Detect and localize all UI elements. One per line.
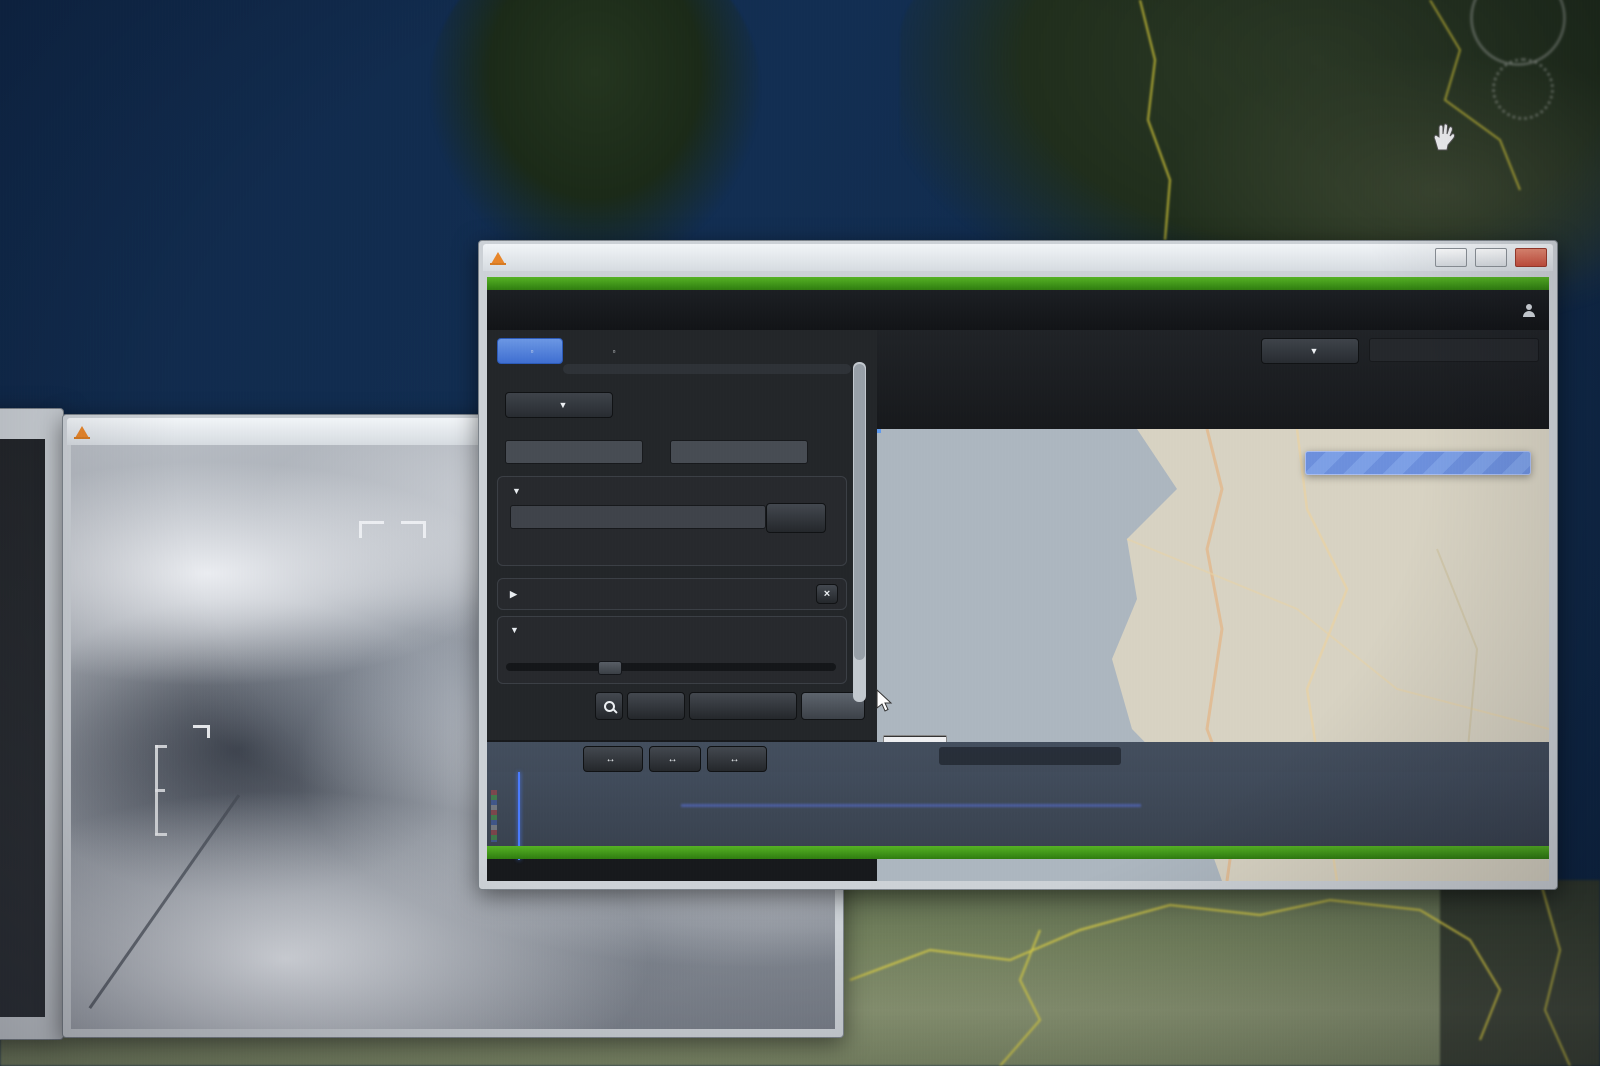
chevron-down-icon: ▼ — [1310, 346, 1319, 356]
timeline-zoom-button[interactable]: ↔ — [583, 746, 643, 772]
plugfest-titlebar[interactable] — [483, 244, 1553, 271]
data-types-section: ▼ — [497, 476, 847, 566]
hud-crosshair-corner — [401, 521, 426, 538]
background-window-sliver[interactable] — [0, 408, 64, 1040]
mouse-cursor — [875, 689, 895, 713]
chevron-down-icon: ▼ — [559, 400, 568, 410]
arrows-icon: ↔ — [730, 754, 740, 765]
sliver-content — [0, 439, 45, 1017]
es-reports-close-button[interactable]: × — [816, 584, 838, 604]
panel-scrollbar-thumb[interactable] — [854, 364, 865, 660]
hud-scale-tick — [155, 833, 167, 836]
app-tabbar — [487, 290, 1549, 330]
hud-scale-tick — [155, 745, 167, 748]
es-reports-header: ▶ — [510, 586, 517, 600]
panel-tab-metadata[interactable]: ▫ — [571, 339, 653, 363]
list-button[interactable] — [766, 503, 826, 533]
hud-bracket — [193, 725, 210, 738]
clear-and-search-button[interactable] — [689, 692, 797, 720]
es-reports-section[interactable]: ▶ × — [497, 578, 847, 610]
end-date-input[interactable] — [670, 440, 808, 464]
timeline-cursor-date — [939, 747, 1121, 765]
hud-scale-tick — [155, 789, 165, 792]
timeline-chart[interactable] — [487, 772, 1549, 848]
search-panel: ▫ ▫ ▼ ▼ — [487, 330, 878, 740]
search-options-header[interactable]: ▼ — [510, 622, 519, 636]
hand-cursor-icon — [1430, 122, 1456, 152]
timeline-toi-button[interactable]: ↔ — [649, 746, 701, 772]
vlc-icon — [491, 252, 505, 264]
max-results-slider-track[interactable] — [506, 663, 836, 671]
start-date-input[interactable] — [505, 440, 643, 464]
user-icon[interactable] — [1523, 304, 1535, 316]
scale-mi — [884, 736, 946, 737]
timeline-filter-button[interactable]: ↔ — [707, 746, 767, 772]
panel-scroll-top-decor — [563, 364, 851, 374]
panel-scrollbar[interactable] — [853, 362, 866, 702]
app-content: ▫ ▫ ▼ ▼ — [487, 277, 1549, 881]
screen: ▫ ▫ ▼ ▼ — [0, 0, 1600, 1066]
map-toolbar: ▼ — [877, 330, 1549, 429]
minimize-button[interactable] — [1435, 248, 1467, 267]
popout-icon: ▫ — [531, 347, 534, 356]
panel-search-icon-button[interactable] — [595, 692, 623, 720]
earth-zoom-ring[interactable] — [1492, 58, 1554, 120]
max-results-slider-handle[interactable] — [598, 661, 622, 675]
contrail-line — [89, 794, 241, 1009]
arrows-icon: ↔ — [606, 754, 616, 765]
reset-button[interactable] — [627, 692, 685, 720]
popout-icon: ▫ — [613, 347, 616, 356]
units-dropdown[interactable]: ▼ — [1261, 338, 1359, 364]
timeline-panel: ↔ ↔ ↔ — [487, 742, 1549, 859]
search-complete-toast[interactable] — [1305, 451, 1531, 475]
add-data-type-input[interactable] — [510, 505, 766, 529]
magnifier-icon — [604, 701, 615, 712]
panel-tab-search[interactable]: ▫ — [497, 338, 563, 364]
arrows-icon: ↔ — [668, 754, 678, 765]
data-types-header[interactable]: ▼ — [512, 483, 521, 497]
hud-crosshair-corner — [359, 521, 384, 538]
close-button[interactable] — [1515, 248, 1547, 267]
timeline-watermark — [491, 790, 497, 842]
plugfest-window[interactable]: ▫ ▫ ▼ ▼ — [478, 240, 1558, 890]
classification-banner-bottom — [487, 846, 1549, 859]
search-options-section: ▼ — [497, 616, 847, 684]
vlc-icon — [75, 426, 89, 438]
activity-baseline — [681, 804, 1141, 807]
classification-banner-top — [487, 277, 1549, 290]
date-range-dropdown[interactable]: ▼ — [505, 392, 613, 418]
coordinates-readout — [1369, 338, 1539, 362]
maximize-button[interactable] — [1475, 248, 1507, 267]
